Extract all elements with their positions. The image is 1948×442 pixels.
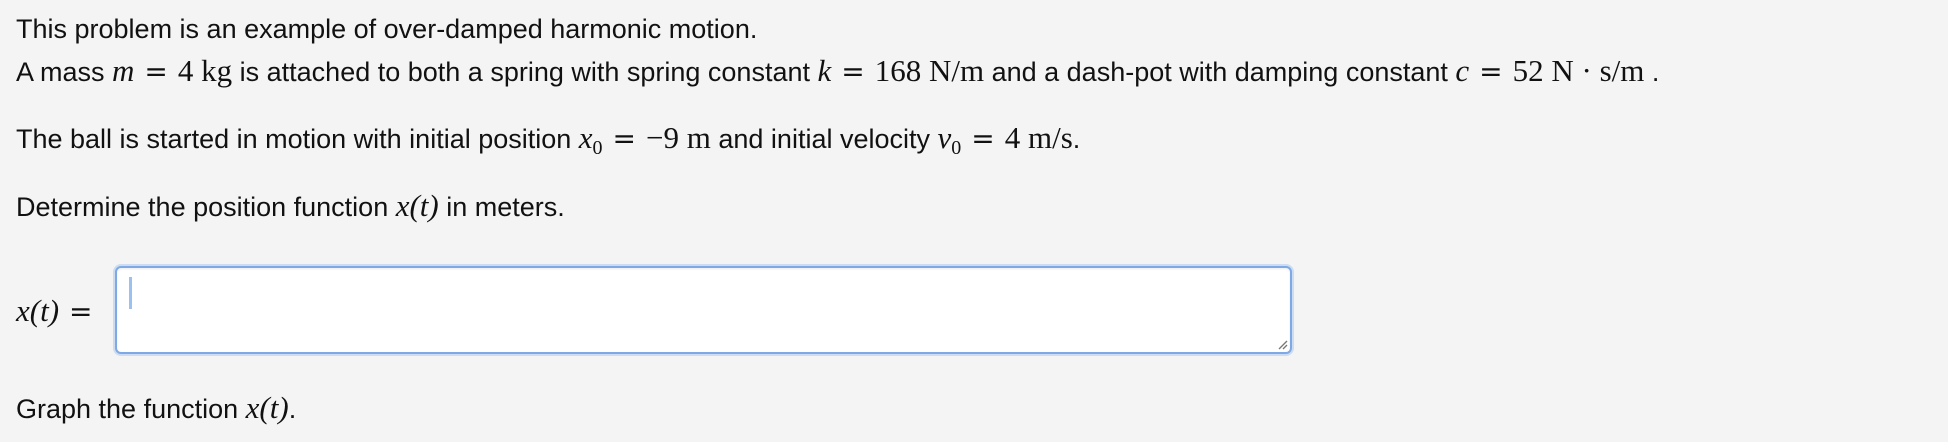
problem-parameters: A mass m = 4 kg is attached to both a spri… — [16, 55, 1659, 86]
task-determine-position: Determine the position function x(t) in … — [16, 190, 565, 221]
graph-suffix: . — [288, 394, 297, 424]
initial-position-variable: x0 — [578, 120, 603, 159]
graph-function: x(t) — [245, 390, 289, 425]
spring-constant-value: 168 N/m — [874, 53, 985, 88]
answer-function: x(t) — [16, 293, 60, 328]
answer-equals: = — [69, 295, 93, 328]
initial-velocity-variable: v0 — [937, 120, 962, 159]
task-prefix: Determine the position function — [16, 192, 396, 222]
mass-value: 4 kg — [177, 53, 233, 88]
resize-handle-icon[interactable] — [1276, 338, 1288, 350]
spring-text: is attached to both a spring with spring… — [232, 57, 818, 87]
initial-position-text: The ball is started in motion with initi… — [16, 124, 579, 154]
parameters-suffix: . — [1644, 57, 1660, 87]
problem-intro: This problem is an example of over-dampe… — [16, 14, 758, 44]
equals-sign: = — [841, 55, 865, 88]
task-suffix: in meters. — [438, 192, 565, 222]
answer-label: x(t) = — [16, 293, 103, 329]
mass-prefix: A mass — [16, 57, 113, 87]
initial-conditions-suffix: . — [1072, 124, 1081, 154]
initial-velocity-value: 4 m/s — [1004, 120, 1073, 155]
text-caret — [129, 277, 132, 309]
initial-velocity-text: and initial velocity — [710, 124, 938, 154]
mass-variable: m — [112, 53, 135, 88]
equals-sign: = — [612, 122, 637, 155]
answer-input[interactable] — [115, 266, 1292, 354]
damping-text: and a dash-pot with damping constant — [984, 57, 1456, 87]
damping-constant-value: 52 N · s/m — [1512, 53, 1645, 88]
initial-position-value: −9 m — [646, 120, 711, 155]
equals-sign: = — [1479, 55, 1503, 88]
initial-conditions: The ball is started in motion with initi… — [16, 120, 1081, 159]
spring-constant-variable: k — [817, 53, 832, 88]
task-graph-function: Graph the function x(t). — [16, 392, 296, 423]
equals-sign: = — [144, 55, 168, 88]
position-function: x(t) — [395, 188, 439, 223]
equals-sign: = — [971, 122, 995, 155]
graph-prefix: Graph the function — [16, 394, 246, 424]
damping-constant-variable: c — [1455, 53, 1470, 88]
